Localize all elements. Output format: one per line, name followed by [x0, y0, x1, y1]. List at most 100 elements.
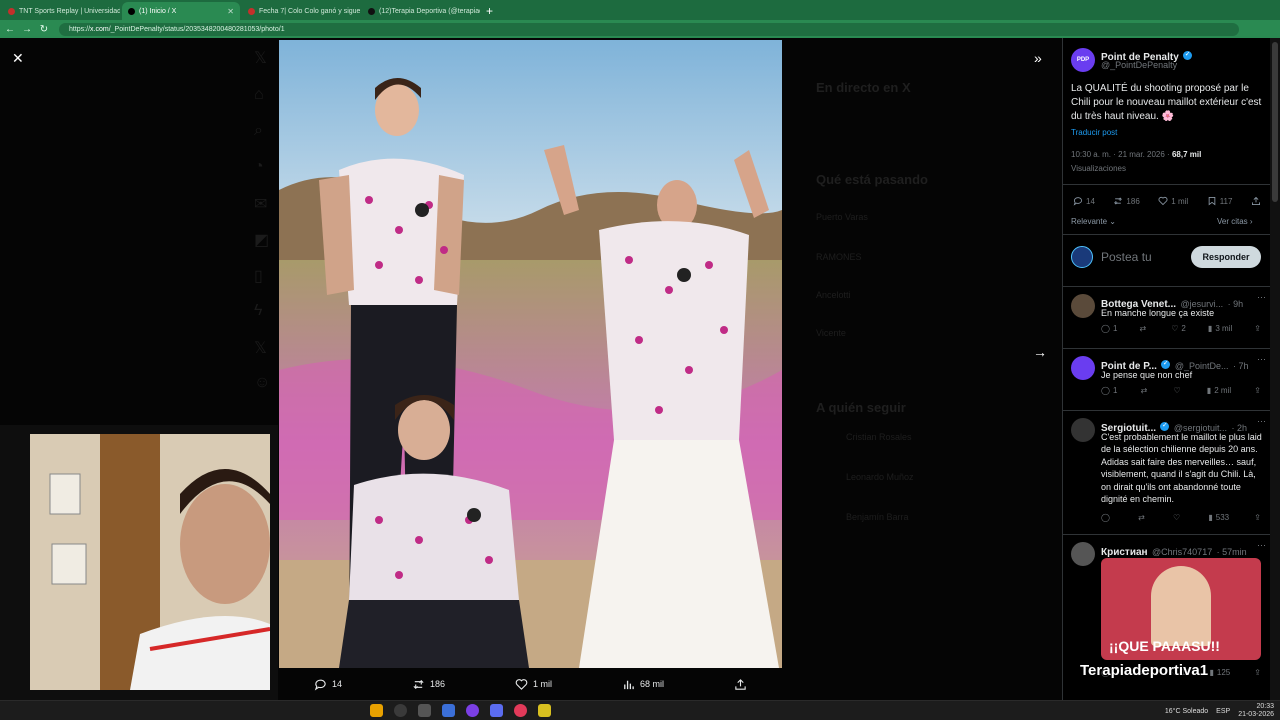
views-action[interactable]: 68 mil [622, 678, 664, 691]
more-icon[interactable]: ⋯ [1257, 292, 1266, 303]
tweet-time[interactable]: 10:30 a. m. · 21 mar. 2026 · [1071, 150, 1172, 159]
close-icon[interactable]: ✕ [12, 50, 24, 67]
browser-tab[interactable]: (1) Inicio / X ✕ [122, 2, 240, 20]
reply-share-icon[interactable]: ⇪ [1254, 324, 1261, 333]
reply-reply-button[interactable]: ◯ 1 [1101, 324, 1117, 333]
share-action[interactable] [734, 678, 747, 691]
app-icon[interactable] [538, 704, 551, 717]
webcam-illustration [30, 434, 270, 690]
app-icon[interactable] [418, 704, 431, 717]
dim-item: RAMONES [816, 252, 862, 262]
reply-avatar[interactable] [1071, 294, 1095, 318]
reply-views-button[interactable]: ▮ 533 [1208, 513, 1229, 522]
compose-input[interactable]: Postea tu [1101, 250, 1152, 264]
reply-repost-button[interactable]: ⇄ [1141, 386, 1151, 395]
tab-favicon-icon [248, 7, 255, 15]
reply-repost-button[interactable]: ⇄ [1138, 513, 1148, 522]
browser-tab[interactable]: Fecha 7| Colo Colo ganó y sigue li✕ [242, 2, 360, 20]
bookmark-icon [1208, 197, 1215, 206]
reply-media[interactable]: ¡¡QUE PAAASU!! [1101, 558, 1261, 660]
forward-icon[interactable]: → [20, 24, 34, 35]
reply-share-icon[interactable]: ⇪ [1254, 668, 1261, 677]
media-figure [1151, 566, 1211, 646]
like-count: 1 mil [533, 679, 553, 689]
back-icon[interactable]: ← [3, 24, 17, 35]
bell-icon: ◔ [254, 158, 264, 175]
reply-like-count: 2 [1181, 324, 1186, 333]
reply-views-button[interactable]: ▮ 125 [1209, 668, 1230, 677]
url-field[interactable]: https://x.com/_PointDePenalty/status/203… [59, 22, 1239, 36]
tab-favicon-icon [368, 7, 375, 15]
discord-icon[interactable] [466, 704, 479, 717]
reply-like-button[interactable]: ♡ [1173, 513, 1183, 522]
app-icon[interactable] [514, 704, 527, 717]
clock[interactable]: 20:33 21-03-2026 [1238, 703, 1274, 719]
app-icon[interactable] [442, 704, 455, 717]
repost-count: 186 [429, 679, 446, 689]
tweet-reply-button[interactable]: 14 [1073, 196, 1095, 206]
next-photo-icon[interactable]: → [1033, 344, 1047, 360]
collapse-sidebar-icon[interactable]: » [1034, 50, 1042, 66]
tab-label: (1) Inicio / X [139, 7, 177, 15]
tweet-photo[interactable] [279, 40, 782, 668]
reply-author-handle[interactable]: @Chris740717 [1152, 547, 1212, 557]
tab-label: TNT Sports Replay | Universidad d [19, 7, 120, 15]
tab-favicon-icon [8, 7, 15, 15]
reply-submit-button[interactable]: Responder [1191, 246, 1261, 268]
translate-link[interactable]: Traducir post [1071, 128, 1117, 137]
dim-item: Leonardo Muñoz [846, 472, 914, 482]
system-tray: 16°C Soleado ESP 20:33 21-03-2026 [1165, 703, 1274, 719]
tweet-repost-button[interactable]: 186 [1113, 196, 1140, 206]
tweet-actions: 14 186 1 mil 117 [1073, 196, 1261, 206]
quotes-link[interactable]: Ver citas › [1217, 217, 1253, 226]
new-tab-button[interactable]: + [486, 2, 493, 20]
reply-author-name[interactable]: Кристиан [1101, 547, 1148, 558]
reply-share-icon[interactable]: ⇪ [1254, 386, 1261, 395]
language-indicator[interactable]: ESP [1216, 708, 1230, 715]
more-icon[interactable]: ⋯ [1257, 354, 1266, 365]
divider [1063, 234, 1270, 235]
more-icon[interactable]: ⋯ [1257, 540, 1266, 551]
url-path: /_PointDePenalty/status/2035348200480281… [108, 25, 285, 33]
reply-reply-button[interactable]: ◯ [1101, 513, 1113, 522]
tweet-share-button[interactable] [1251, 196, 1261, 206]
chevron-down-icon: ⌄ [1109, 217, 1116, 226]
author-avatar[interactable]: PDP [1071, 48, 1095, 72]
repost-action[interactable]: 186 [412, 678, 445, 691]
author-handle[interactable]: @_PointDePenalty [1101, 60, 1177, 70]
stream-watermark: Terapiadeportiva1 [1080, 662, 1209, 679]
scrollbar-thumb[interactable] [1272, 42, 1278, 202]
reply-avatar[interactable] [1071, 356, 1095, 380]
chrome-icon[interactable] [370, 704, 383, 717]
reply-action[interactable]: 14 [314, 678, 342, 691]
reply-avatar[interactable] [1071, 542, 1095, 566]
reply-like-button[interactable]: ♡ 2 [1171, 324, 1186, 333]
relevance-dropdown[interactable]: Relevante ⌄ [1071, 217, 1116, 226]
more-icon[interactable]: ⋯ [1257, 416, 1266, 427]
repost-icon [1114, 197, 1123, 205]
browser-tab[interactable]: (12)Terapia Deportiva (@terapiad✕ [362, 2, 480, 20]
app-icon[interactable] [490, 704, 503, 717]
tweet-bookmark-button[interactable]: 117 [1207, 196, 1233, 206]
scrollbar[interactable] [1270, 38, 1280, 700]
tweet-like-button[interactable]: 1 mil [1158, 196, 1188, 206]
x-logo-icon: 𝕏 [254, 50, 267, 67]
reply-share-icon[interactable]: ⇪ [1254, 513, 1261, 522]
weather-widget[interactable]: 16°C Soleado [1165, 708, 1208, 715]
tweet-bookmark-count: 117 [1219, 196, 1233, 206]
dim-item: Vicente [816, 328, 846, 338]
tab-favicon-icon [128, 7, 135, 15]
reload-icon[interactable]: ↻ [37, 24, 51, 35]
reply-views-button[interactable]: ▮ 2 mil [1207, 386, 1231, 395]
obs-icon[interactable] [394, 704, 407, 717]
browser-tab[interactable]: TNT Sports Replay | Universidad d✕ [2, 2, 120, 20]
reply-views-button[interactable]: ▮ 3 mil [1208, 324, 1232, 333]
reply-repost-button[interactable]: ⇄ [1139, 324, 1149, 333]
reply-reply-button[interactable]: ◯ 1 [1101, 386, 1117, 395]
relevance-label: Relevante [1071, 217, 1108, 226]
tab-close-icon[interactable]: ✕ [227, 7, 234, 16]
like-action[interactable]: 1 mil [515, 678, 552, 691]
reply-like-button[interactable]: ♡ [1173, 386, 1183, 395]
reply-avatar[interactable] [1071, 418, 1095, 442]
reply-reply-count: 1 [1112, 386, 1118, 395]
